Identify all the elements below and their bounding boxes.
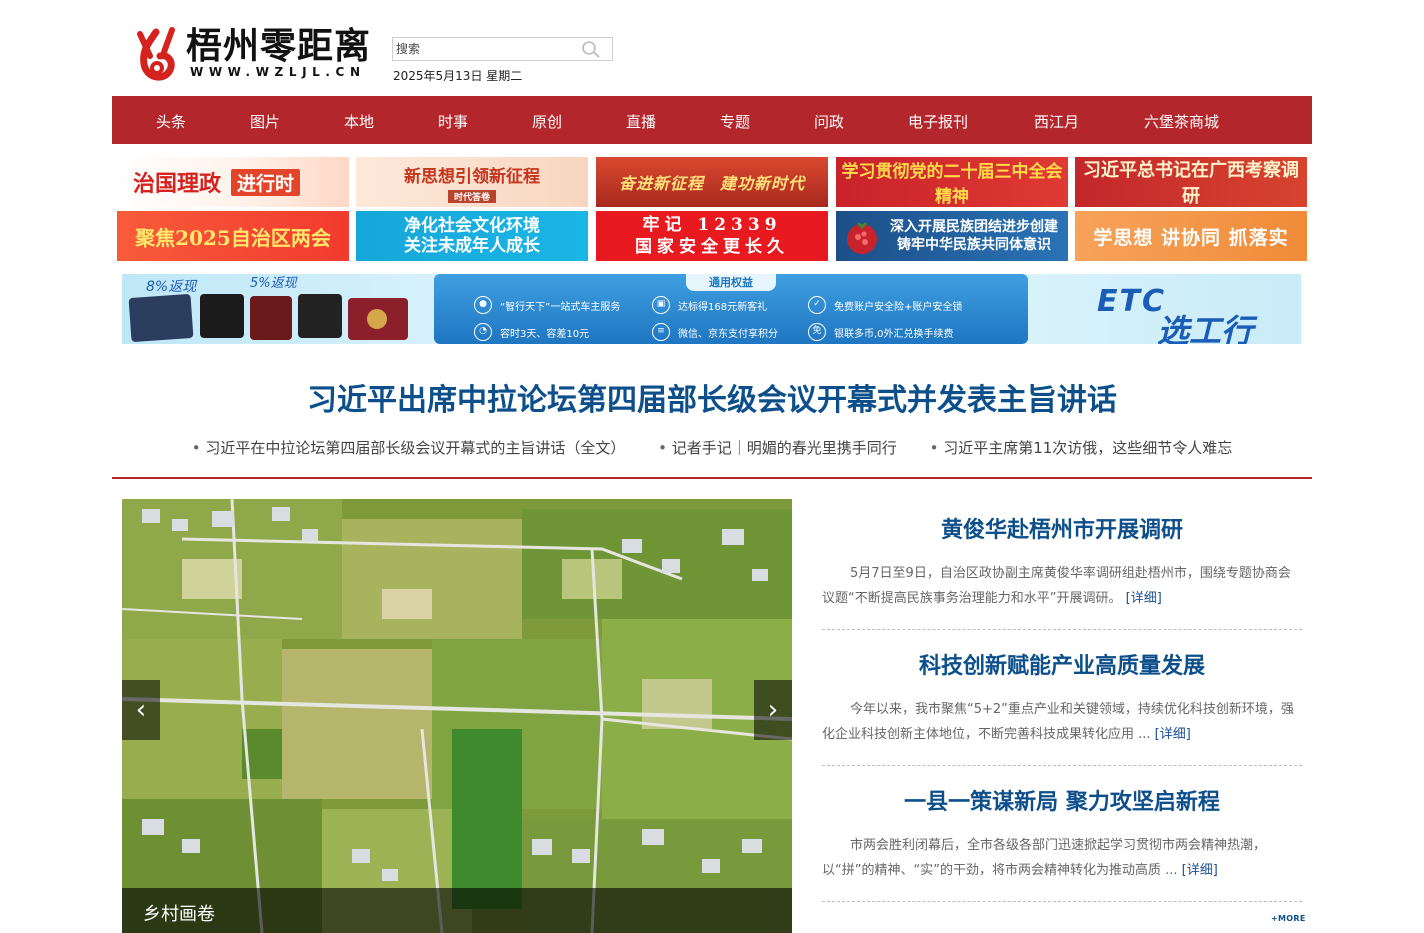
free-icon: 免	[808, 323, 826, 341]
bank-cards-illustration: 8%返现 5%返现	[128, 276, 408, 342]
ad-slogan: 选工行	[1157, 312, 1254, 344]
banner-third-plenum[interactable]: 学习贯彻党的二十届三中全会精神	[836, 157, 1068, 207]
banner-label: 习近平总书记在广西考察调研	[1083, 160, 1299, 207]
ad-feature: ● “智行天下”一站式车主服务	[474, 296, 620, 314]
banner-culture-environment[interactable]: 净化社会文化环境 关注未成年人成长	[356, 211, 588, 261]
news-item: 一县一策谋新局 聚力攻坚启新程 市两会胜利闭幕后，全市各级各部门迅速掀起学习贯彻…	[822, 784, 1302, 883]
nav-item-tea-mall[interactable]: 六堡茶商城	[1144, 111, 1219, 132]
ad-feature: ◔ 容时3天、容差10元	[474, 323, 589, 341]
ad-rate-2: 5%返现	[250, 276, 299, 291]
news-summary: 5月7日至9日，自治区政协副主席黄俊华率调研组赴梧州市，围绕专题协商会议题“不断…	[822, 566, 1291, 606]
banner-ethnic-unity[interactable]: 深入开展民族团结进步创建 铸牢中华民族共同体意识	[836, 211, 1068, 261]
banner-national-security[interactable]: 牢记 12339 国家安全更长久	[596, 211, 828, 261]
news-summary: 今年以来，我市聚焦“5+2”重点产业和关键领域，持续优化科技创新环境，强化企业科…	[822, 702, 1294, 742]
banner-governance[interactable]: 治国理政 进行时	[117, 157, 349, 207]
ad-feature: ≡ 微信、京东支付享积分	[652, 323, 778, 341]
slide-caption: 乡村画卷	[143, 904, 215, 925]
news-divider	[822, 629, 1302, 630]
search-icon[interactable]	[580, 40, 604, 58]
banner-label: 治国理政	[133, 171, 222, 197]
banner-two-sessions[interactable]: 聚焦2025自治区两会	[117, 211, 349, 261]
banner-label-right: 建功新时代	[720, 174, 806, 193]
nav-item-pictures[interactable]: 图片	[250, 111, 280, 132]
nav-item-local[interactable]: 本地	[344, 111, 374, 132]
ad-panel-title: 通用权益	[686, 274, 776, 291]
search-box	[392, 37, 613, 61]
slide-prev-button[interactable]: ‹	[122, 680, 160, 740]
ad-feature: ▣ 达标得168元新客礼	[652, 296, 767, 314]
site-logo[interactable]: 梧州零距离 WWW.WZLJL.CN	[134, 24, 374, 82]
slide-photo-aerial-farmland	[122, 499, 792, 933]
news-title[interactable]: 黄俊华赴梧州市开展调研	[822, 512, 1302, 544]
gift-icon: ▣	[652, 296, 670, 314]
top-headline[interactable]: 习近平出席中拉论坛第四届部长级会议开幕式并发表主旨讲话	[112, 375, 1312, 419]
main-nav: 头条 图片 本地 时事 原创 直播 专题 问政 电子报刊 西江月 六堡茶商城	[112, 96, 1312, 144]
news-item: 科技创新赋能产业高质量发展 今年以来，我市聚焦“5+2”重点产业和关键领域，持续…	[822, 648, 1302, 747]
nav-item-current-affairs[interactable]: 时事	[438, 111, 468, 132]
nav-item-topics[interactable]: 专题	[720, 111, 750, 132]
banner-label: 学习贯彻党的二十届三中全会精神	[841, 162, 1063, 207]
banner-line-2: 关注未成年人成长	[404, 236, 540, 256]
photo-slideshow[interactable]: ‹ › 乡村画卷	[122, 499, 792, 933]
banner-guangxi-inspection[interactable]: 习近平总书记在广西考察调研	[1075, 157, 1307, 207]
nav-item-live[interactable]: 直播	[626, 111, 656, 132]
news-divider	[822, 765, 1302, 766]
news-detail-link[interactable]: [详细]	[1155, 727, 1191, 742]
logo-title: 梧州零距离	[186, 25, 372, 67]
current-date: 2025年5月13日 星期二	[393, 69, 523, 83]
pomegranate-icon	[847, 221, 877, 254]
banner-line-1: 净化社会文化环境	[404, 216, 540, 236]
section-divider	[112, 477, 1312, 479]
ad-brand-etc: ETC	[1097, 284, 1166, 319]
banner-line-1: 牢记 12339	[642, 215, 782, 235]
coins-icon: ≡	[652, 323, 670, 341]
etc-advertisement[interactable]: 8%返现 5%返现 通用权益 ● “智行天下”一站式车主服务 ▣ 达标得168元新客…	[122, 274, 1301, 344]
headline-related-links: 习近平在中拉论坛第四届部长级会议开幕式的主旨讲话（全文） 记者手记｜明媚的春光里…	[112, 437, 1312, 458]
banner-tag: 时代答卷	[447, 189, 496, 203]
slide-caption-bar: 乡村画卷	[122, 888, 792, 933]
nav-item-inquiry[interactable]: 问政	[814, 111, 844, 132]
logo-mark-icon	[137, 27, 175, 81]
news-item: 黄俊华赴梧州市开展调研 5月7日至9日，自治区政协副主席黄俊华率调研组赴梧州市，…	[822, 512, 1302, 611]
slide-next-button[interactable]: ›	[754, 680, 792, 740]
banner-study-thought[interactable]: 学思想 讲协同 抓落实	[1075, 211, 1307, 261]
banner-line-1: 深入开展民族团结进步创建	[890, 219, 1058, 235]
ad-feature: ✓ 免费账户安全险+账户安全锁	[808, 296, 962, 314]
related-link[interactable]: 习近平主席第11次访俄，这些细节令人难忘	[930, 439, 1233, 457]
logo-subtitle: WWW.WZLJL.CN	[190, 65, 366, 79]
more-link[interactable]: +MORE	[1271, 914, 1306, 923]
banner-label-left: 奋进新征程	[618, 174, 704, 193]
banner-line-2: 国家安全更长久	[635, 237, 789, 257]
ad-rate-1: 8%返现	[146, 279, 198, 295]
banner-label: 学思想 讲协同 抓落实	[1093, 226, 1289, 249]
banner-label: 新思想引领新征程	[404, 166, 540, 187]
news-title[interactable]: 一县一策谋新局 聚力攻坚启新程	[822, 784, 1302, 816]
nav-item-xijiangyue[interactable]: 西江月	[1034, 111, 1079, 132]
ad-benefits-panel: 通用权益 ● “智行天下”一站式车主服务 ▣ 达标得168元新客礼 ✓ 免费账户安全险…	[434, 274, 1028, 344]
shield-icon: ✓	[808, 296, 826, 314]
related-link[interactable]: 记者手记｜明媚的春光里携手同行	[658, 439, 897, 457]
nav-item-original[interactable]: 原创	[532, 111, 562, 132]
banner-label: 聚焦2025自治区两会	[135, 225, 331, 250]
nav-item-epaper[interactable]: 电子报刊	[908, 111, 968, 132]
related-link[interactable]: 习近平在中拉论坛第四届部长级会议开幕式的主旨讲话（全文）	[192, 439, 626, 457]
banner-tag: 进行时	[231, 168, 301, 196]
news-summary: 市两会胜利闭幕后，全市各级各部门迅速掀起学习贯彻市两会精神热潮，以“拼”的精神、…	[822, 838, 1267, 878]
news-title[interactable]: 科技创新赋能产业高质量发展	[822, 648, 1302, 680]
banner-new-thought[interactable]: 新思想引领新征程 时代答卷	[356, 157, 588, 207]
news-detail-link[interactable]: [详细]	[1182, 863, 1218, 878]
news-detail-link[interactable]: [详细]	[1126, 591, 1162, 606]
banner-new-journey[interactable]: 奋进新征程 建功新时代	[596, 157, 828, 207]
ad-feature: 免银联多币,0外汇兑换手续费	[808, 323, 954, 341]
news-divider	[822, 901, 1302, 902]
person-icon: ●	[474, 296, 492, 314]
banner-line-2: 铸牢中华民族共同体意识	[897, 237, 1051, 253]
search-input[interactable]	[393, 38, 573, 60]
clock-icon: ◔	[474, 323, 492, 341]
nav-item-headlines[interactable]: 头条	[156, 111, 186, 132]
